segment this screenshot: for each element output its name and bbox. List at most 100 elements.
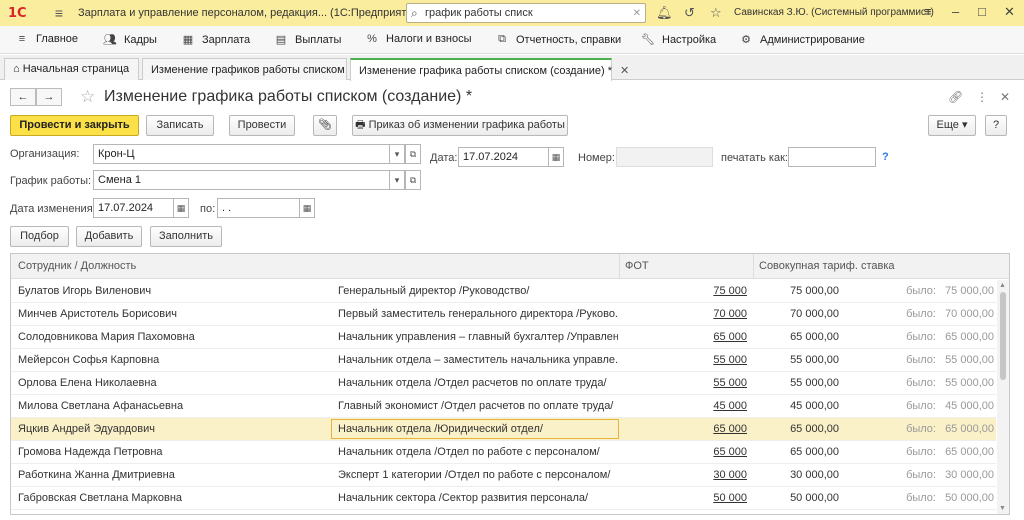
cell-position: Начальник отдела /Отдел по работе с перс… bbox=[338, 446, 600, 458]
payments-icon: ▤ bbox=[275, 34, 287, 46]
help-button[interactable]: ? bbox=[985, 115, 1007, 136]
table-scrollbar[interactable]: ▲ ▼ bbox=[997, 280, 1009, 514]
number-label: Номер: bbox=[578, 152, 615, 164]
attachment-button[interactable]: 📎︎ bbox=[313, 115, 337, 136]
favorite-star-icon[interactable]: ☆ bbox=[80, 87, 95, 107]
section-settings[interactable]: 🔧︎ Настройка bbox=[640, 33, 716, 47]
cell-fot[interactable]: 30 000 bbox=[625, 469, 747, 481]
home-icon: ⌂ bbox=[13, 63, 23, 75]
table-row[interactable]: Работкина Жанна Дмитриевна Эксперт 1 кате… bbox=[11, 464, 996, 487]
tab-schedule-change-create[interactable]: Изменение графика работы списком (создан… bbox=[350, 58, 629, 81]
cell-was-label: было: bbox=[906, 308, 936, 320]
main-menu-icon[interactable]: ≡ bbox=[48, 5, 70, 21]
cell-position: Начальник сектора /Сектор развития персо… bbox=[338, 492, 589, 504]
global-search-input[interactable]: ⌕ график работы списк ✕ bbox=[406, 3, 646, 23]
link-icon[interactable]: 🔗︎ bbox=[948, 90, 963, 104]
close-window-icon[interactable]: ✕ bbox=[1004, 4, 1015, 20]
scroll-thumb[interactable] bbox=[1000, 292, 1006, 380]
cell-fot[interactable]: 50 000 bbox=[625, 492, 747, 504]
more-button[interactable]: Еще ▾ bbox=[928, 115, 976, 136]
section-main[interactable]: ≡ Главное bbox=[14, 33, 78, 45]
table-row[interactable]: Яцкив Андрей Эдуардович Начальник отдела … bbox=[11, 418, 996, 441]
table-row[interactable]: Габровская Светлана Марковна Начальник се… bbox=[11, 487, 996, 510]
clear-search-icon[interactable]: ✕ bbox=[633, 8, 641, 19]
organization-open-button[interactable]: ⧉ bbox=[405, 144, 421, 164]
table-row[interactable]: Орлова Елена Николаевна Начальник отдела … bbox=[11, 372, 996, 395]
schedule-field[interactable]: Смена 1 bbox=[93, 170, 390, 190]
employees-table[interactable]: Сотрудник / Должность ФОТ Совокупная тар… bbox=[10, 253, 1010, 515]
close-tab-icon[interactable]: ✕ bbox=[620, 65, 629, 77]
section-personnel[interactable]: 👥︎ Кадры bbox=[102, 33, 157, 47]
minimize-icon[interactable]: – bbox=[952, 4, 959, 19]
pick-button[interactable]: Подбор bbox=[10, 226, 69, 247]
scroll-down-icon[interactable]: ▼ bbox=[999, 505, 1006, 512]
table-row[interactable]: Громова Надежда Петровна Начальник отдела… bbox=[11, 441, 996, 464]
change-date-field[interactable]: 17.07.2024 bbox=[93, 198, 174, 218]
section-reports[interactable]: ⧉ Отчетность, справки bbox=[494, 33, 621, 46]
cell-fot[interactable]: 65 000 bbox=[625, 423, 747, 435]
organization-field[interactable]: Крон-Ц bbox=[93, 144, 390, 164]
column-header-employee[interactable]: Сотрудник / Должность bbox=[18, 260, 136, 272]
maximize-icon[interactable]: □ bbox=[978, 4, 986, 19]
forward-button[interactable]: → bbox=[36, 88, 62, 106]
favorites-icon[interactable]: ☆ bbox=[710, 5, 722, 21]
tab-schedule-changes-list[interactable]: Изменение графиков работы списком✕ bbox=[142, 58, 362, 80]
section-payments[interactable]: ▤ Выплаты bbox=[273, 33, 342, 47]
save-button[interactable]: Записать bbox=[146, 115, 214, 136]
search-icon: ⌕ bbox=[411, 5, 418, 20]
current-user[interactable]: Савинская З.Ю. (Системный программист) bbox=[734, 7, 934, 18]
post-and-close-button[interactable]: Провести и закрыть bbox=[10, 115, 139, 136]
sections-panel: ≡ Главное 👥︎ Кадры ▦ Зарплата ▤ Выплаты % Нал… bbox=[0, 26, 1024, 54]
tab-home[interactable]: ⌂ Начальная страница bbox=[4, 58, 139, 80]
section-taxes[interactable]: % Налоги и взносы bbox=[364, 33, 471, 45]
percent-icon: % bbox=[367, 33, 377, 45]
change-date-label: Дата изменения: bbox=[10, 203, 96, 215]
cell-employee-name: Минчев Аристотель Борисович bbox=[18, 308, 177, 320]
table-row[interactable]: Минчев Аристотель Борисович Первый замест… bbox=[11, 303, 996, 326]
chevron-down-icon: ▾ bbox=[958, 119, 968, 131]
table-row[interactable]: Милова Светлана Афанасьевна Главный эконо… bbox=[11, 395, 996, 418]
schedule-open-button[interactable]: ⧉ bbox=[405, 170, 421, 190]
date-field[interactable]: 17.07.2024 bbox=[458, 147, 549, 167]
history-icon[interactable]: ↺ bbox=[684, 5, 695, 21]
cell-fot[interactable]: 45 000 bbox=[625, 400, 747, 412]
cell-position: Начальник отдела – заместитель начальник… bbox=[338, 354, 618, 366]
more-vertical-icon[interactable]: ⋮ bbox=[976, 90, 988, 104]
date-calendar-button[interactable]: ▦ bbox=[548, 147, 564, 167]
print-as-help-icon[interactable]: ? bbox=[882, 151, 889, 163]
cell-fot[interactable]: 65 000 bbox=[625, 446, 747, 458]
to-date-field[interactable]: . . bbox=[217, 198, 300, 218]
to-date-calendar-button[interactable]: ▦ bbox=[299, 198, 315, 218]
print-as-field[interactable] bbox=[788, 147, 876, 167]
notifications-icon[interactable]: 🔔︎ bbox=[656, 5, 673, 21]
close-form-icon[interactable]: ✕ bbox=[1000, 90, 1010, 104]
cell-fot[interactable]: 55 000 bbox=[625, 354, 747, 366]
cell-fot[interactable]: 65 000 bbox=[625, 331, 747, 343]
settings-menu-icon[interactable]: ≡ bbox=[924, 4, 932, 19]
cell-fot[interactable]: 70 000 bbox=[625, 308, 747, 320]
menu-icon: ≡ bbox=[18, 33, 26, 45]
cell-rate: 30 000,00 bbox=[790, 469, 839, 481]
organization-dropdown-button[interactable]: ▾ bbox=[389, 144, 405, 164]
fill-button[interactable]: Заполнить bbox=[150, 226, 222, 247]
column-header-fot[interactable]: ФОТ bbox=[625, 260, 649, 272]
order-schedule-change-button[interactable]: 🖶︎ Приказ об изменении графика работы bbox=[352, 115, 568, 136]
post-button[interactable]: Провести bbox=[229, 115, 295, 136]
section-salary[interactable]: ▦ Зарплата bbox=[180, 33, 250, 47]
cell-fot[interactable]: 55 000 bbox=[625, 377, 747, 389]
change-date-calendar-button[interactable]: ▦ bbox=[173, 198, 189, 218]
cell-was-label: было: bbox=[906, 446, 936, 458]
back-button[interactable]: ← bbox=[10, 88, 36, 106]
page-title: Изменение графика работы списком (создан… bbox=[104, 88, 473, 105]
column-header-rate[interactable]: Совокупная тариф. ставка bbox=[759, 260, 895, 272]
table-row[interactable]: Мейерсон Софья Карповна Начальник отдела … bbox=[11, 349, 996, 372]
app-title: Зарплата и управление персоналом, редакц… bbox=[78, 7, 423, 19]
add-button[interactable]: Добавить bbox=[76, 226, 142, 247]
table-row[interactable]: Булатов Игорь Виленович Генеральный дирек… bbox=[11, 280, 996, 303]
cell-fot[interactable]: 75 000 bbox=[625, 285, 747, 297]
table-row[interactable]: Солодовникова Мария Пахомовна Начальник у… bbox=[11, 326, 996, 349]
scroll-up-icon[interactable]: ▲ bbox=[999, 282, 1006, 289]
cell-employee-name: Громова Надежда Петровна bbox=[18, 446, 163, 458]
schedule-dropdown-button[interactable]: ▾ bbox=[389, 170, 405, 190]
section-admin[interactable]: ⚙ Администрирование bbox=[738, 33, 865, 47]
